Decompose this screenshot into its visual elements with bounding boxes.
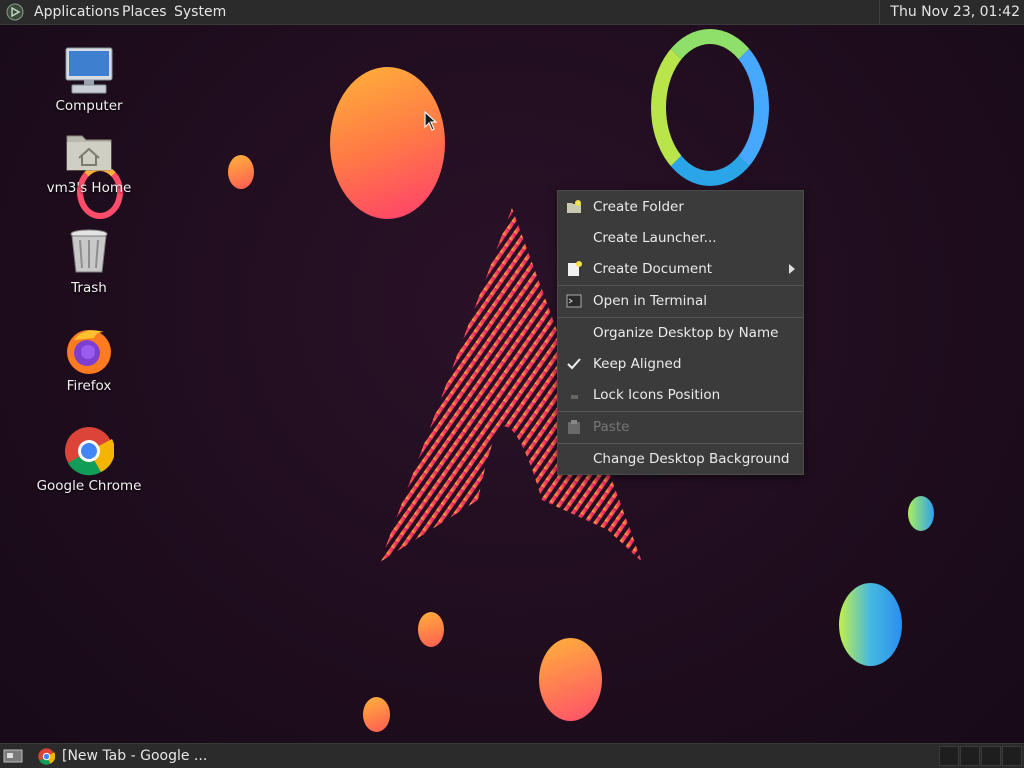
folder-new-icon [567,200,581,213]
menu-item-create-launcher[interactable]: Create Launcher... [558,223,803,253]
computer-icon [64,46,114,96]
desktop-icon-firefox[interactable]: Firefox [29,326,149,394]
taskbar-window-title: [New Tab - Google ... [62,748,208,764]
menu-item-keep-aligned[interactable]: Keep Aligned [558,349,803,379]
menu-item-change-background[interactable]: Change Desktop Background [558,444,803,474]
menu-item-paste[interactable]: Paste [558,412,803,442]
desktop-icon-chrome[interactable]: Google Chrome [29,426,149,494]
trash-icon [64,228,114,278]
desktop-icon-trash[interactable]: Trash [29,228,149,296]
bubble [418,612,444,647]
bubble [330,67,445,219]
menu-item-open-terminal[interactable]: Open in Terminal [558,286,803,316]
paste-icon [568,420,580,434]
document-new-icon [568,261,582,276]
bubble [363,697,390,732]
workspace-4[interactable] [1002,746,1022,766]
check-icon [567,358,581,370]
menu-item-create-folder[interactable]: Create Folder [558,192,803,222]
menu-item-label: Lock Icons Position [593,387,721,403]
mouse-cursor-icon [424,111,438,131]
bubble [839,583,902,666]
terminal-icon [566,294,582,308]
workspace-2[interactable] [960,746,980,766]
menu-item-label: Create Launcher... [593,230,717,246]
menu-logo-icon[interactable] [6,3,24,21]
menu-item-label: Paste [593,419,630,435]
desktop-icon-label: Firefox [66,378,112,394]
menu-item-label: Change Desktop Background [593,451,790,467]
firefox-icon [64,326,114,376]
menu-item-label: Organize Desktop by Name [593,325,779,341]
desktop-icon-label: Computer [55,98,123,114]
chrome-icon [64,426,115,476]
bubble [908,496,934,531]
bubble [228,155,254,189]
places-menu[interactable]: Places [122,4,167,20]
bottom-panel: [New Tab - Google ... [0,743,1024,768]
home-folder-icon [64,128,114,178]
desktop-context-menu: Create Folder Create Launcher... Create … [557,190,804,475]
applications-menu[interactable]: Applications [34,4,120,20]
menu-item-organize-by-name[interactable]: Organize Desktop by Name [558,318,803,348]
show-desktop-icon[interactable] [3,748,23,764]
taskbar-window-button[interactable]: [New Tab - Google ... [36,745,236,767]
top-panel: Applications Places System Thu Nov 23, 0… [0,0,1024,25]
menu-item-label: Keep Aligned [593,356,682,372]
system-menu[interactable]: System [174,4,226,20]
desktop-icon-label: vm3's Home [46,180,132,196]
workspace-3[interactable] [981,746,1001,766]
ring [651,29,769,186]
menu-item-label: Create Document [593,261,713,277]
desktop-icon-home[interactable]: vm3's Home [29,128,149,196]
menu-item-label: Create Folder [593,199,684,215]
submenu-arrow-icon [789,264,795,274]
desktop-icon-label: Google Chrome [36,478,142,494]
lock-icon [571,395,578,399]
workspace-1[interactable] [939,746,959,766]
menu-item-create-document[interactable]: Create Document [558,254,803,284]
menu-item-lock-icons[interactable]: Lock Icons Position [558,380,803,410]
desktop-icon-computer[interactable]: Computer [29,46,149,114]
desktop-icon-label: Trash [71,280,107,296]
menu-item-label: Open in Terminal [593,293,707,309]
clock[interactable]: Thu Nov 23, 01:42 [879,0,1024,24]
bubble [539,638,602,721]
